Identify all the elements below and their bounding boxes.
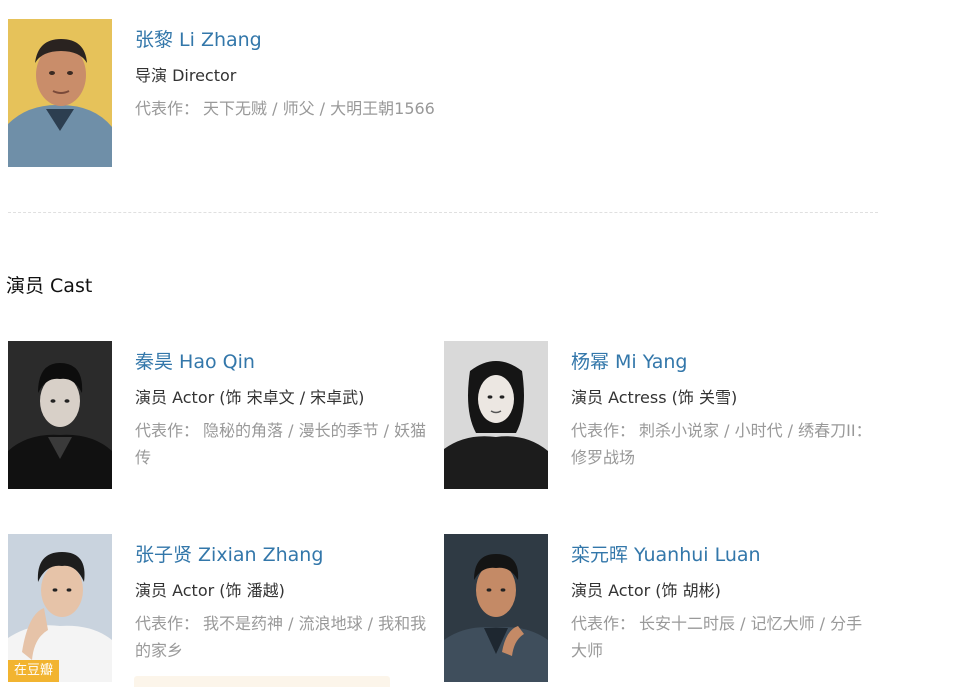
cast-photo[interactable]: 在豆瓣 xyxy=(8,534,112,682)
cast-role: 演员 Actor (饰 宋卓文 / 宋卓武) xyxy=(135,388,365,407)
cast-works: 代表作： 隐秘的角落 / 漫长的季节 / 妖猫传 xyxy=(135,417,440,471)
director-role: 导演 Director xyxy=(135,66,237,85)
douban-badge[interactable]: 在豆瓣 xyxy=(8,660,60,682)
works-label: 代表作： xyxy=(135,99,200,118)
section-divider xyxy=(8,212,878,213)
works-label: 代表作： xyxy=(571,614,636,633)
cast-role: 演员 Actor (饰 胡彬) xyxy=(571,581,721,600)
cast-photo[interactable] xyxy=(444,341,548,489)
cast-name-link[interactable]: 秦昊 Hao Qin xyxy=(135,351,440,373)
director-name-link[interactable]: 张黎 Li Zhang xyxy=(135,29,465,51)
bottom-panel-edge xyxy=(134,676,390,687)
works-list: 天下无贼 / 师父 / 大明王朝1566 xyxy=(203,99,435,118)
works-label: 代表作： xyxy=(571,421,636,440)
cast-works: 代表作： 长安十二时辰 / 记忆大师 / 分手大师 xyxy=(571,610,876,664)
works-label: 代表作： xyxy=(135,614,200,633)
director-works: 代表作： 天下无贼 / 师父 / 大明王朝1566 xyxy=(135,95,465,122)
director-info: 张黎 Li Zhang 导演 Director 代表作： 天下无贼 / 师父 / … xyxy=(135,19,465,122)
cast-role: 演员 Actress (饰 关雪) xyxy=(571,388,738,407)
cast-photo[interactable] xyxy=(8,341,112,489)
cast-info: 秦昊 Hao Qin 演员 Actor (饰 宋卓文 / 宋卓武) 代表作： 隐秘… xyxy=(135,341,440,471)
works-label: 代表作： xyxy=(135,421,200,440)
cast-works: 代表作： 刺杀小说家 / 小时代 / 绣春刀II：修罗战场 xyxy=(571,417,876,471)
cast-name-link[interactable]: 栾元晖 Yuanhui Luan xyxy=(571,544,876,566)
cast-works: 代表作： 我不是药神 / 流浪地球 / 我和我的家乡 xyxy=(135,610,440,664)
cast-name-link[interactable]: 张子贤 Zixian Zhang xyxy=(135,544,440,566)
cast-role: 演员 Actor (饰 潘越) xyxy=(135,581,285,600)
cast-info: 张子贤 Zixian Zhang 演员 Actor (饰 潘越) 代表作： 我不是… xyxy=(135,534,440,664)
cast-info: 杨幂 Mi Yang 演员 Actress (饰 关雪) 代表作： 刺杀小说家 /… xyxy=(571,341,876,471)
cast-photo[interactable] xyxy=(444,534,548,682)
cast-name-link[interactable]: 杨幂 Mi Yang xyxy=(571,351,876,373)
cast-info: 栾元晖 Yuanhui Luan 演员 Actor (饰 胡彬) 代表作： 长安十… xyxy=(571,534,876,664)
director-photo[interactable] xyxy=(8,19,112,167)
cast-section-title: 演员 Cast xyxy=(6,275,93,297)
